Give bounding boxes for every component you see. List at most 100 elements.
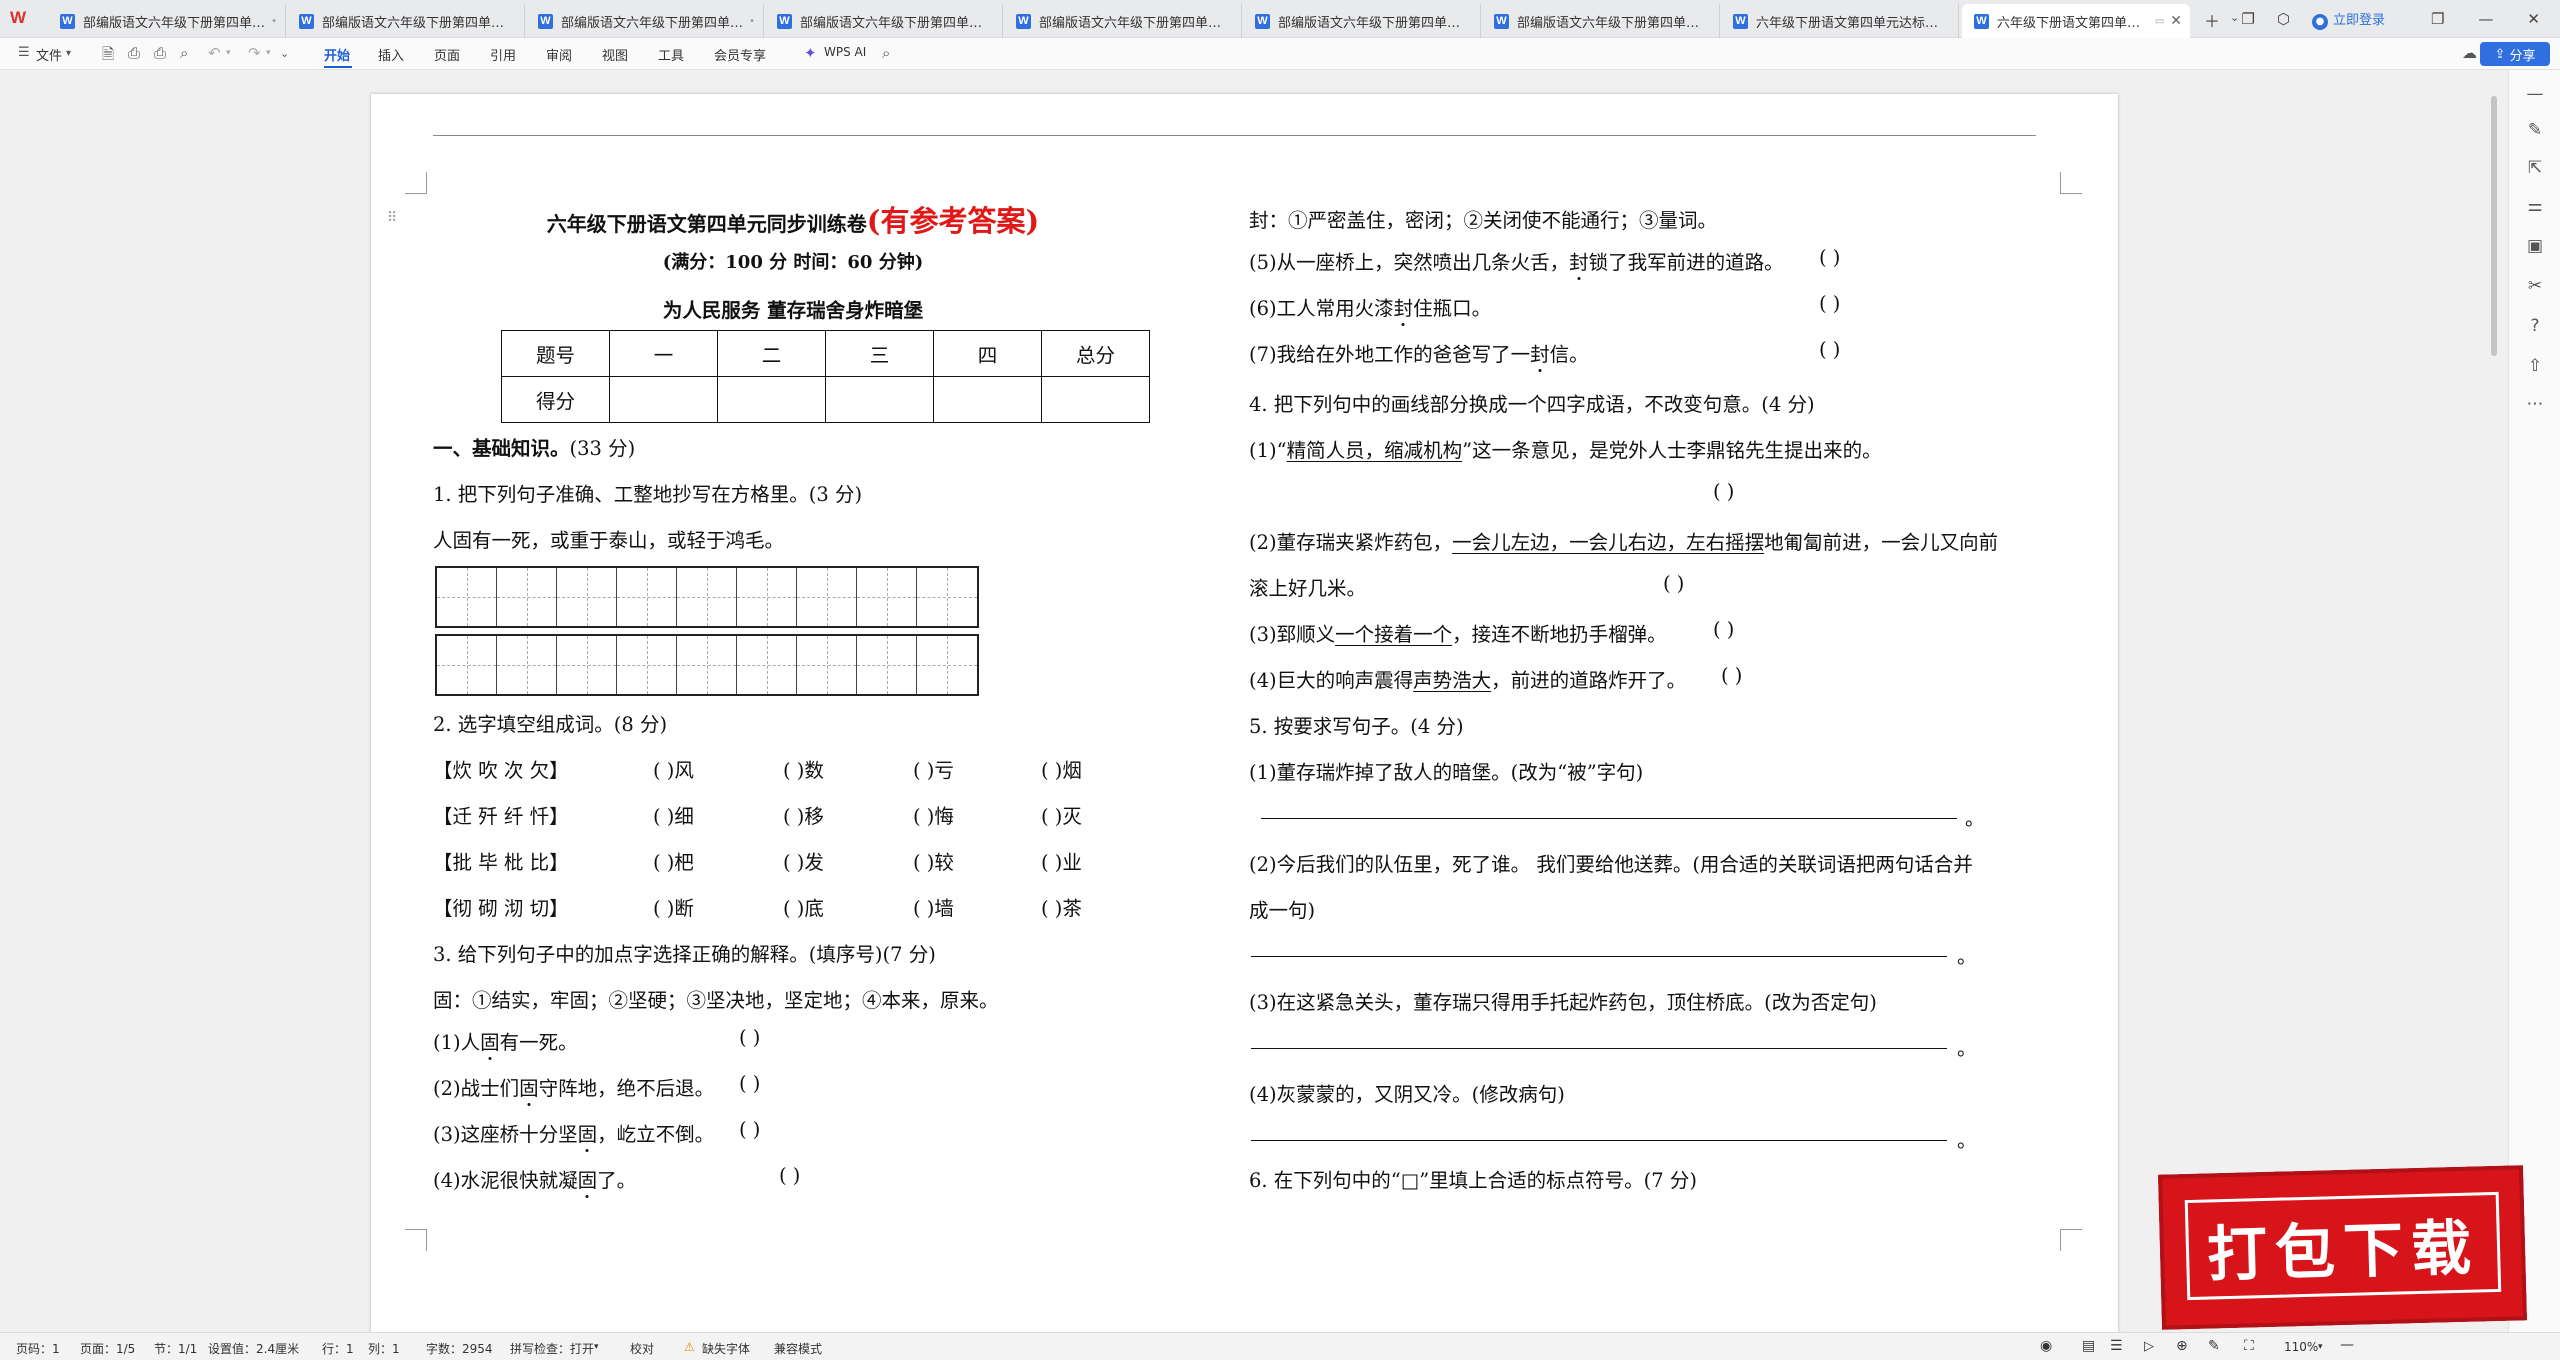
answer-paren[interactable]: ( ) [739, 1026, 760, 1049]
answer-paren[interactable]: ( ) [739, 1072, 760, 1095]
document-page[interactable]: ⠿ 六年级下册语文第四单元同步训练卷(有参考答案) (满分：100 分 时间：6… [371, 94, 2118, 1332]
cube-icon[interactable]: ⬡ [2277, 10, 2290, 28]
vertical-scrollbar[interactable] [2490, 76, 2498, 1328]
answer-paren[interactable]: ( ) [779, 1164, 800, 1187]
outline-view-icon[interactable]: ☰ [2110, 1338, 2123, 1354]
document-tab[interactable]: W 部编版语文六年级下册第四单元测试 [287, 4, 525, 38]
menu-references[interactable]: 引用 [490, 45, 516, 64]
wps-ai-button[interactable]: WPS AI [824, 45, 866, 59]
menu-page[interactable]: 页面 [434, 45, 460, 64]
pen-icon[interactable]: ✎ [2208, 1338, 2220, 1354]
pen-icon[interactable]: ✎ [2523, 120, 2547, 140]
print-preview-icon[interactable]: ⌕ [180, 44, 188, 62]
collapse-icon[interactable]: — [2523, 84, 2547, 104]
answer-line[interactable] [1251, 956, 1947, 957]
zoom-out-icon[interactable]: — [2340, 1337, 2354, 1353]
scroll-thumb[interactable] [2491, 96, 2497, 356]
answer-line[interactable] [1251, 1140, 1947, 1141]
chevron-down-icon[interactable]: ⌄ [2230, 8, 2239, 32]
chevron-down-icon[interactable]: ▾ [2318, 1342, 2323, 1352]
document-tab[interactable]: W 部编版语文六年级下册第四单元同步 [1004, 4, 1242, 38]
export-pdf-icon[interactable]: ⎙ [128, 44, 140, 62]
chevron-down-icon[interactable]: ▾ [266, 48, 271, 58]
fill-blank[interactable]: ( )茶 [1041, 892, 1082, 921]
fill-blank[interactable]: ( )较 [913, 846, 954, 875]
answer-paren[interactable]: ( ) [1721, 664, 1742, 687]
wps-logo-icon[interactable]: W [10, 8, 40, 30]
image-edit-icon[interactable]: ▣ [2523, 236, 2547, 256]
fill-blank[interactable]: ( )灭 [1041, 800, 1082, 829]
fill-blank[interactable]: ( )发 [783, 846, 824, 875]
fill-blank[interactable]: ( )移 [783, 800, 824, 829]
answer-line[interactable] [1251, 1048, 1947, 1049]
status-spellcheck[interactable]: 拼写检查：打开 [510, 1340, 594, 1357]
fill-blank[interactable]: ( )亏 [913, 754, 954, 783]
menu-vip[interactable]: 会员专享 [714, 45, 766, 64]
login-button[interactable]: ● 立即登录 [2311, 9, 2385, 30]
answer-paren[interactable]: ( ) [1713, 480, 1734, 503]
more-icon[interactable]: ⋯ [2523, 394, 2547, 414]
answer-line[interactable] [1261, 818, 1957, 819]
save-icon[interactable]: 🗎 [102, 44, 114, 69]
search-icon[interactable]: ⌕ [882, 44, 890, 62]
chevron-down-icon[interactable]: ▾ [594, 1342, 599, 1352]
close-window-icon[interactable]: ✕ [2527, 10, 2540, 28]
fit-icon[interactable]: ⛶ [2244, 1338, 2254, 1354]
document-tab[interactable]: W 部编版语文六年级下册第四单元综合 [1243, 4, 1481, 38]
chevron-down-icon[interactable]: ▾ [226, 48, 231, 58]
sliders-icon[interactable]: ⚌ [2523, 196, 2547, 216]
chevron-down-icon[interactable]: ▾ [66, 48, 71, 59]
status-setting[interactable]: 设置值：2.4厘米 [208, 1340, 299, 1357]
document-tab[interactable]: W 部编版语文六年级下册第四单元 综合 • [48, 4, 286, 38]
zoom-level[interactable]: 110% [2284, 1340, 2318, 1354]
status-missing-font[interactable]: 缺失字体 [702, 1340, 750, 1357]
document-tab-active[interactable]: W 六年级下册语文第四单元同步 ▭ ✕ [1962, 4, 2190, 38]
status-word-count[interactable]: 字数：2954 [426, 1340, 493, 1357]
answer-paren[interactable]: ( ) [1819, 338, 1840, 361]
answer-paren[interactable]: ( ) [1819, 292, 1840, 315]
status-row[interactable]: 行：1 [322, 1340, 354, 1357]
answer-paren[interactable]: ( ) [1819, 246, 1840, 269]
status-col[interactable]: 列：1 [368, 1340, 400, 1357]
status-page[interactable]: 页码：1 [16, 1340, 60, 1357]
monitor-icon[interactable]: ▭ [2155, 16, 2164, 27]
drag-handle-icon[interactable]: ⠿ [387, 210, 397, 226]
fill-blank[interactable]: ( )墙 [913, 892, 954, 921]
writing-grid-row-2[interactable] [435, 634, 979, 696]
help-icon[interactable]: ? [2523, 316, 2547, 336]
layout-icon[interactable]: ❐ [2241, 10, 2254, 28]
answer-paren[interactable]: ( ) [1663, 572, 1684, 595]
share-doc-icon[interactable]: ⇧ [2523, 356, 2547, 376]
close-icon[interactable]: ✕ [2170, 13, 2182, 29]
cloud-icon[interactable]: ☁ [2462, 44, 2477, 62]
menu-review[interactable]: 审阅 [546, 45, 572, 64]
play-icon[interactable]: ▷ [2144, 1339, 2154, 1354]
eye-icon[interactable]: ◉ [2040, 1338, 2052, 1354]
document-tab[interactable]: W 部编版语文六年级下册第四单元考点 [765, 4, 1003, 38]
web-view-icon[interactable]: ⊕ [2176, 1338, 2188, 1354]
fill-blank[interactable]: ( )烟 [1041, 754, 1082, 783]
tools-icon[interactable]: ✂ [2523, 276, 2547, 296]
fill-blank[interactable]: ( )数 [783, 754, 824, 783]
status-section[interactable]: 节：1/1 [154, 1340, 197, 1357]
undo-icon[interactable]: ↶ [208, 44, 221, 62]
fill-blank[interactable]: ( )杷 [653, 846, 694, 875]
more-chevron-icon[interactable]: ⌄ [280, 47, 289, 60]
fill-blank[interactable]: ( )风 [653, 754, 694, 783]
print-icon[interactable]: ⎙ [154, 44, 166, 62]
hamburger-icon[interactable]: ☰ [18, 45, 30, 60]
plus-icon[interactable]: ＋ [2204, 8, 2220, 32]
fill-blank[interactable]: ( )底 [783, 892, 824, 921]
minimize-icon[interactable]: — [2478, 10, 2493, 28]
fill-blank[interactable]: ( )悔 [913, 800, 954, 829]
writing-grid-row-1[interactable] [435, 566, 979, 628]
restore-window-icon[interactable]: ❐ [2431, 10, 2444, 28]
answer-paren[interactable]: ( ) [739, 1118, 760, 1141]
menu-tools[interactable]: 工具 [658, 45, 684, 64]
menu-view[interactable]: 视图 [602, 45, 628, 64]
status-pages[interactable]: 页面：1/5 [80, 1340, 135, 1357]
document-tab[interactable]: W 部编版语文六年级下册第四单元综合 [1482, 4, 1720, 38]
cursor-icon[interactable]: ⇱ [2523, 158, 2547, 178]
file-menu[interactable]: 文件 [36, 45, 62, 64]
page-view-icon[interactable]: ▤ [2082, 1338, 2095, 1354]
